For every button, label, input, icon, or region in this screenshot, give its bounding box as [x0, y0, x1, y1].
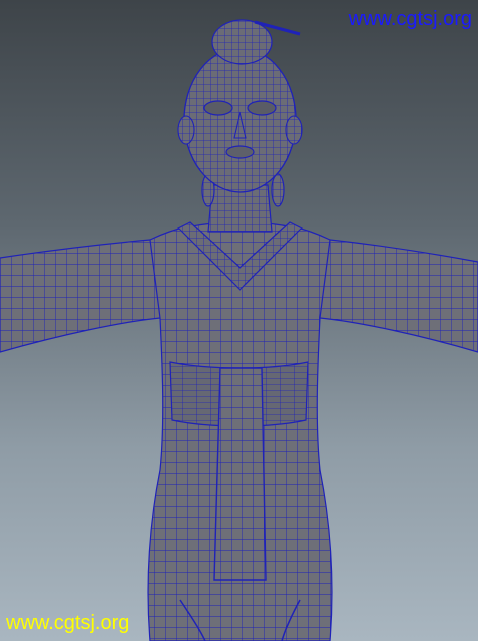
left-eye — [203, 100, 233, 116]
watermark-bottom: www.cgtsj.org — [6, 612, 130, 634]
mouth — [225, 145, 255, 159]
hair-bun — [211, 19, 273, 65]
head — [183, 47, 297, 193]
front-panel — [213, 367, 267, 581]
right-ear — [285, 115, 303, 145]
right-arm — [314, 239, 478, 353]
3d-viewport[interactable]: www.cgtsj.org www.cgtsj.org — [0, 0, 478, 641]
watermark-top: www.cgtsj.org — [348, 8, 472, 30]
character-wireframe-model[interactable] — [0, 0, 478, 641]
left-arm — [0, 239, 166, 353]
left-ear — [177, 115, 195, 145]
right-eye — [247, 100, 277, 116]
right-earring — [271, 173, 285, 207]
